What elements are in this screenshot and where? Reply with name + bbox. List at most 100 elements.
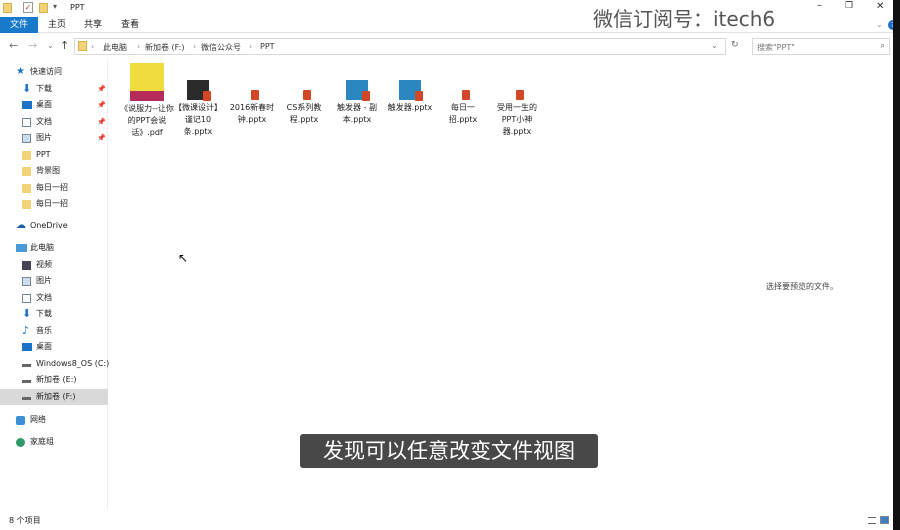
drive-icon	[22, 376, 31, 383]
recent-locations-button[interactable]: ⌄	[47, 41, 54, 50]
star-icon: ★	[16, 66, 25, 77]
maximize-button[interactable]: ❐	[845, 1, 853, 11]
drive-icon	[22, 360, 31, 367]
video-subtitle: 发现可以任意改变文件视图	[300, 434, 598, 468]
search-icon: ⌕	[880, 41, 885, 50]
file-item[interactable]: 受用一生的PPT小神器.pptx	[491, 87, 543, 138]
sidebar-item-daily-tip[interactable]: 每日一招	[0, 180, 108, 196]
address-dropdown-icon[interactable]: ⌄	[711, 41, 718, 50]
sidebar-item-daily-tip-2[interactable]: 每日一招	[0, 196, 108, 212]
address-bar-row: ← → ⌄ ↑ › 此电脑 › 新加卷 (F:) › 微信公众号 › PPT ⌄…	[0, 37, 900, 55]
minimize-button[interactable]: –	[817, 0, 822, 11]
drive-icon	[22, 393, 31, 400]
sidebar-item-videos[interactable]: 视频	[0, 257, 108, 273]
pptx-file-icon	[510, 87, 524, 100]
sidebar-item-drive-c[interactable]: Windows8_OS (C:)	[0, 356, 109, 372]
sidebar-item-onedrive[interactable]: ☁ OneDrive	[0, 218, 108, 234]
window-title: PPT	[70, 3, 85, 12]
tab-file[interactable]: 文件	[0, 17, 38, 33]
pin-icon[interactable]: 📌	[97, 81, 106, 97]
pdf-thumbnail-icon	[130, 63, 164, 101]
pptx-thumbnail-icon	[346, 80, 370, 101]
desktop-icon	[22, 101, 32, 109]
folder-icon	[22, 184, 31, 193]
sidebar-item-backgrounds[interactable]: 背景图	[0, 163, 108, 179]
breadcrumb-ppt[interactable]: PPT	[260, 42, 275, 51]
search-placeholder: 搜索"PPT"	[757, 43, 795, 52]
sidebar-item-pc-downloads[interactable]: ⬇ 下载	[0, 306, 108, 322]
sidebar-item-quick-access[interactable]: ★ 快速访问	[0, 64, 108, 80]
sidebar-item-pc-desktop[interactable]: 桌面	[0, 339, 108, 355]
breadcrumb-wechat[interactable]: 微信公众号	[201, 42, 241, 53]
cloud-icon: ☁	[16, 220, 26, 231]
tab-home[interactable]: 主页	[40, 17, 74, 33]
sidebar-item-this-pc[interactable]: 此电脑	[0, 240, 108, 256]
music-icon: ♪	[22, 324, 30, 337]
download-icon: ⬇	[22, 82, 32, 95]
pptx-file-icon	[245, 87, 259, 100]
pin-icon[interactable]: 📌	[97, 97, 106, 113]
document-icon	[22, 294, 31, 303]
large-icons-view-button[interactable]	[880, 516, 889, 524]
details-view-button[interactable]	[868, 517, 876, 524]
file-item[interactable]: 触发器.pptx	[384, 80, 436, 114]
pictures-icon	[22, 134, 31, 143]
file-item[interactable]: CS系列教程.pptx	[278, 87, 330, 126]
sidebar-item-pc-pictures[interactable]: 图片	[0, 273, 108, 289]
navigation-pane: ★ 快速访问 ⬇ 下载 📌 桌面 📌 文档 📌 图片 📌 PPT 背景图 每日一招 每日一招…	[0, 60, 109, 510]
sidebar-item-music[interactable]: ♪ 音乐	[0, 323, 108, 339]
pptx-thumbnail-icon	[187, 80, 211, 101]
sidebar-item-pc-documents[interactable]: 文档	[0, 290, 108, 306]
folder-icon	[22, 151, 31, 160]
pictures-icon	[22, 277, 31, 286]
pptx-thumbnail-icon	[399, 80, 423, 101]
file-item[interactable]: 每日一招.pptx	[437, 87, 489, 126]
status-bar: 8 个项目	[0, 512, 893, 529]
tab-share[interactable]: 共享	[76, 17, 110, 33]
up-button[interactable]: ↑	[60, 39, 69, 52]
sidebar-item-downloads[interactable]: ⬇ 下载 📌	[0, 81, 108, 97]
network-icon	[16, 416, 25, 425]
sidebar-item-homegroup[interactable]: 家庭组	[0, 434, 108, 450]
expand-ribbon-icon[interactable]: ⌄	[876, 20, 883, 29]
preview-pane-text: 选择要预览的文件。	[766, 282, 838, 291]
properties-icon[interactable]: ✓	[23, 2, 33, 13]
watermark: 微信订阅号：itech6	[593, 7, 776, 31]
homegroup-icon	[16, 438, 25, 447]
sidebar-item-drive-e[interactable]: 新加卷 (E:)	[0, 372, 108, 388]
search-input[interactable]: 搜索"PPT" ⌕	[752, 38, 890, 55]
file-item[interactable]: 2016新春时钟.pptx	[226, 87, 278, 126]
back-button[interactable]: ←	[9, 39, 18, 52]
video-icon	[22, 261, 31, 270]
mouse-cursor-icon: ↖	[178, 251, 189, 265]
sidebar-item-drive-f[interactable]: 新加卷 (F:)	[0, 389, 108, 405]
file-item[interactable]: 《说服力--让你的PPT会说话》.pdf	[120, 63, 174, 139]
sidebar-item-ppt[interactable]: PPT	[0, 147, 108, 163]
breadcrumb-drive[interactable]: 新加卷 (F:)	[145, 42, 184, 53]
sidebar-item-network[interactable]: 网络	[0, 412, 108, 428]
folder-icon	[22, 167, 31, 176]
folder-icon	[22, 200, 31, 209]
close-button[interactable]: ✕	[876, 1, 884, 12]
refresh-icon[interactable]: ↻	[731, 40, 739, 50]
file-item[interactable]: 触发器 - 副本.pptx	[331, 80, 383, 126]
address-input[interactable]: › 此电脑 › 新加卷 (F:) › 微信公众号 › PPT ⌄	[74, 38, 726, 55]
forward-button[interactable]: →	[28, 39, 37, 52]
sidebar-item-desktop[interactable]: 桌面 📌	[0, 97, 108, 113]
new-folder-icon[interactable]	[39, 3, 48, 13]
pin-icon[interactable]: 📌	[97, 130, 106, 146]
file-item[interactable]: 【微课设计】谨记10条.pptx	[172, 80, 224, 138]
pptx-file-icon	[456, 87, 470, 100]
download-icon: ⬇	[22, 307, 32, 320]
customize-toolbar-icon[interactable]: ▾	[53, 2, 57, 11]
tab-view[interactable]: 查看	[113, 17, 147, 33]
item-count: 8 个项目	[9, 516, 41, 525]
breadcrumb-this-pc[interactable]: 此电脑	[103, 42, 127, 53]
sidebar-item-documents[interactable]: 文档 📌	[0, 114, 108, 130]
sidebar-item-pictures[interactable]: 图片 📌	[0, 130, 108, 146]
pin-icon[interactable]: 📌	[97, 114, 106, 130]
folder-icon	[3, 3, 12, 13]
desktop-icon	[22, 343, 32, 351]
document-icon	[22, 118, 31, 127]
pptx-file-icon	[297, 87, 311, 100]
